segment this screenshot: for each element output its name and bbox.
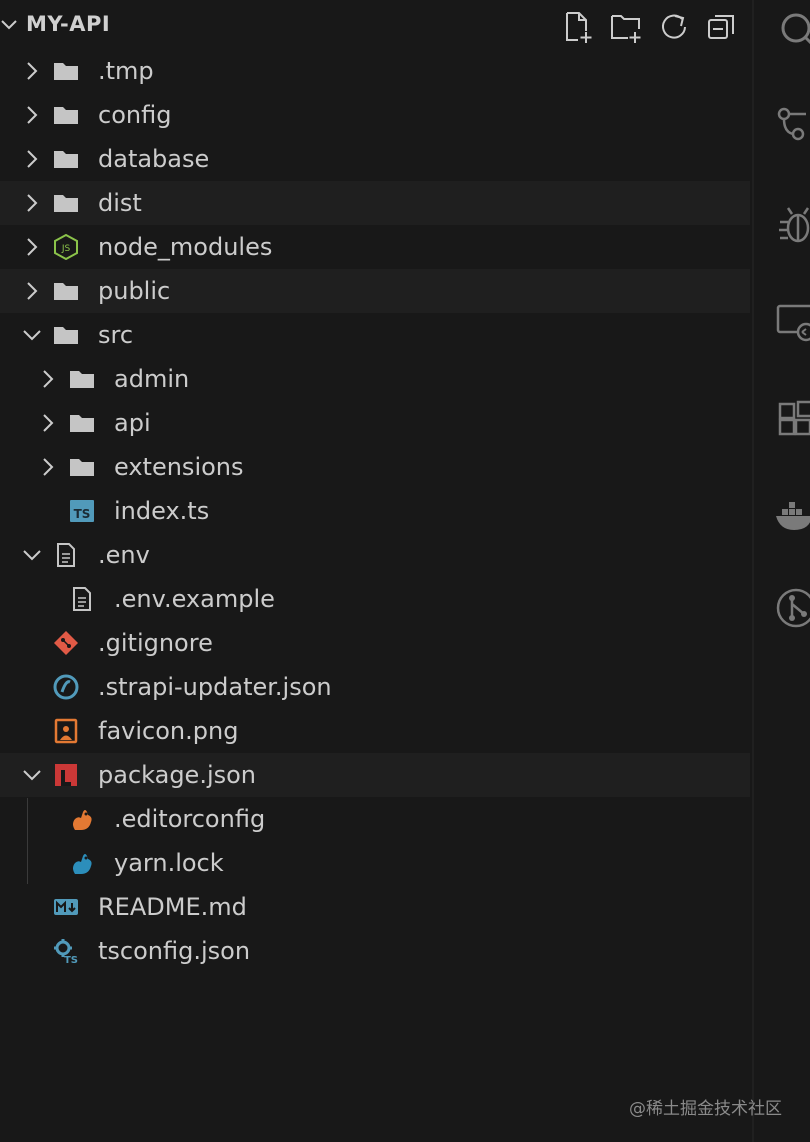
chevron-right-icon[interactable] [37,368,59,390]
tree-item-gitignore[interactable]: .gitignore [0,621,750,665]
tree-item-database[interactable]: database [0,137,750,181]
tree-item-label: .gitignore [98,629,213,657]
tree-item-public[interactable]: public [0,269,750,313]
tree-item-readme-md[interactable]: README.md [0,885,750,929]
tree-item-tmp[interactable]: .tmp [0,49,750,93]
chevron-down-icon[interactable] [21,764,43,786]
activity-bar [752,0,810,1142]
tree-item-label: node_modules [98,233,273,261]
chevron-right-icon[interactable] [21,192,43,214]
folder-icon [70,459,94,476]
tree-item-node-modules[interactable]: JS node_modules [0,225,750,269]
chevron-right-icon[interactable] [21,236,43,258]
tree-item-label: dist [98,189,142,217]
tree-item-label: yarn.lock [114,849,224,877]
chevron-right-icon[interactable] [21,148,43,170]
indent-guide [27,798,28,884]
search-icon[interactable] [776,8,810,48]
new-file-icon[interactable] [561,10,595,44]
explorer-panel: MY-API .tmp config database dist JS node_modu… [0,0,750,1142]
tree-item-label: package.json [98,761,257,789]
tree-item-label: src [98,321,134,349]
tree-item-env[interactable]: .env [0,533,750,577]
tree-item-label: .strapi-updater.json [98,673,332,701]
tree-item-extensions[interactable]: extensions [0,445,750,489]
tree-item-label: config [98,101,172,129]
svg-text:TS: TS [74,507,91,521]
tree-item-tsconfig-json[interactable]: TS tsconfig.json [0,929,750,973]
folder-icon [70,415,94,432]
collapse-all-icon[interactable] [705,10,739,44]
chevron-right-icon[interactable] [37,412,59,434]
explorer-header[interactable]: MY-API [0,0,750,50]
document-icon [57,543,75,567]
git-graph-icon[interactable] [776,588,810,628]
tree-item-strapi-updater-json[interactable]: .strapi-updater.json [0,665,750,709]
git-icon [54,631,78,655]
tree-item-src[interactable]: src [0,313,750,357]
new-folder-icon[interactable] [609,10,643,44]
tree-item-index-ts[interactable]: TS index.ts [0,489,750,533]
chevron-down-icon[interactable] [0,16,18,34]
folder-icon [54,327,78,344]
tree-item-label: .env [98,541,150,569]
tree-item-editorconfig[interactable]: .editorconfig [0,797,750,841]
tree-item-label: tsconfig.json [98,937,251,965]
typescript-file-icon: TS [70,500,94,522]
tree-item-label: .editorconfig [114,805,266,833]
chevron-right-icon[interactable] [21,60,43,82]
tree-item-label: .env.example [114,585,275,613]
folder-icon [54,283,78,300]
tree-item-api[interactable]: api [0,401,750,445]
tree-item-favicon-png[interactable]: favicon.png [0,709,750,753]
tree-item-dist[interactable]: dist [0,181,750,225]
remote-explorer-icon[interactable] [776,302,810,342]
tree-item-env-example[interactable]: .env.example [0,577,750,621]
tree-item-label: README.md [98,893,247,921]
explorer-title: MY-API [26,12,111,36]
document-icon [73,587,91,611]
chevron-down-icon[interactable] [21,544,43,566]
yarn-icon [73,854,92,874]
tree-item-label: favicon.png [98,717,239,745]
tree-item-label: public [98,277,171,305]
tree-item-label: database [98,145,210,173]
tree-item-label: .tmp [98,57,154,85]
debug-icon[interactable] [776,204,810,244]
tree-item-yarn-lock[interactable]: yarn.lock [0,841,750,885]
tree-item-admin[interactable]: admin [0,357,750,401]
tree-item-label: extensions [114,453,244,481]
strapi-icon [53,674,79,700]
refresh-icon[interactable] [657,10,691,44]
chevron-right-icon[interactable] [37,456,59,478]
tree-item-label: admin [114,365,190,393]
tree-item-package-json[interactable]: package.json [0,753,750,797]
chevron-right-icon[interactable] [21,280,43,302]
folder-icon [54,63,78,80]
extensions-icon[interactable] [776,398,810,438]
watermark: @稀土掘金技术社区 [629,1099,782,1119]
folder-icon [70,371,94,388]
editorconfig-icon [73,810,92,830]
tree-item-label: api [114,409,151,437]
tsconfig-icon: TS [54,939,78,964]
node-js-folder-icon: JS [54,234,78,260]
npm-icon [55,764,77,786]
folder-icon [54,151,78,168]
svg-text:TS: TS [64,955,78,964]
svg-text:JS: JS [61,244,71,254]
docker-icon[interactable] [776,496,810,536]
markdown-icon [54,899,78,915]
image-file-icon [54,718,78,744]
chevron-right-icon[interactable] [21,104,43,126]
folder-icon [54,195,78,212]
folder-icon [54,107,78,124]
source-control-icon[interactable] [776,104,810,144]
tree-item-label: index.ts [114,497,210,525]
chevron-down-icon[interactable] [21,324,43,346]
tree-item-config[interactable]: config [0,93,750,137]
